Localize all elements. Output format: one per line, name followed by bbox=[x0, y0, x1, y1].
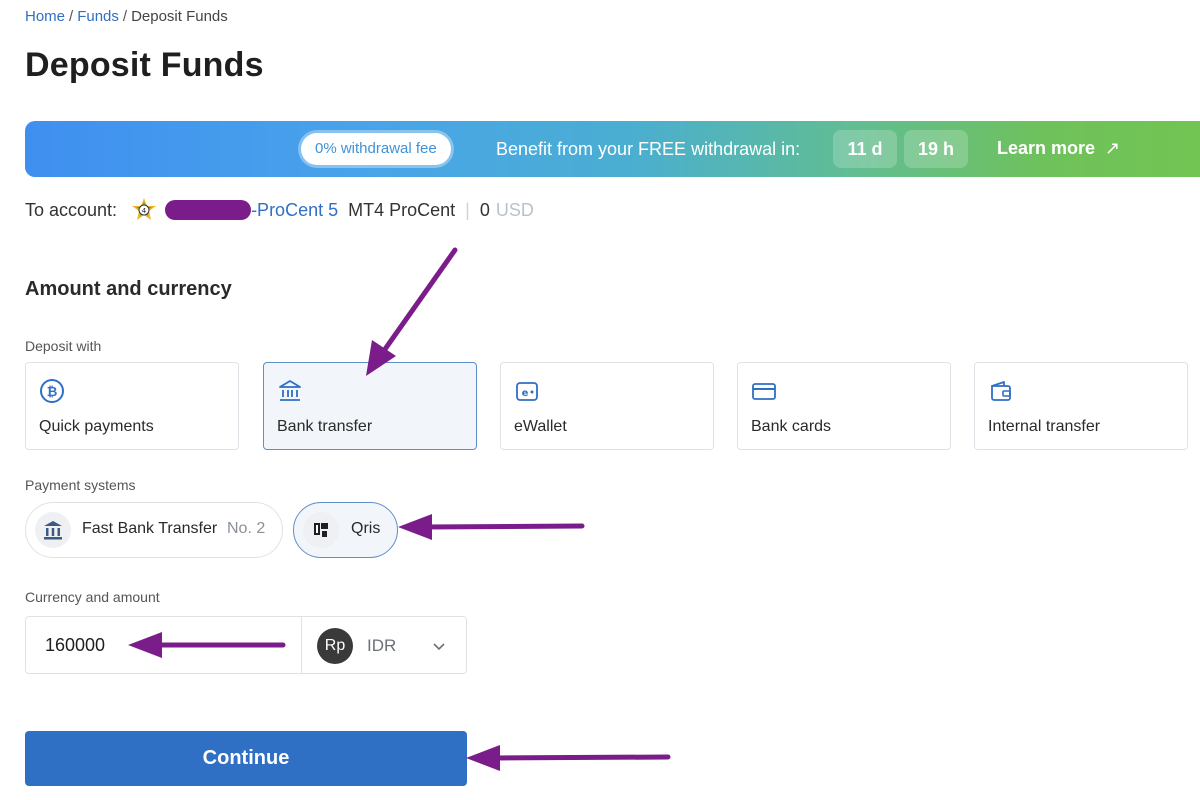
countdown-hours: 19 h bbox=[904, 130, 968, 168]
ewallet-icon: e bbox=[516, 382, 538, 401]
redacted-account-id bbox=[165, 200, 252, 220]
method-label: Quick payments bbox=[39, 418, 154, 435]
currency-select-value[interactable]: IDR bbox=[367, 636, 396, 656]
method-bank-cards[interactable]: Bank cards bbox=[737, 362, 951, 450]
currency-amount-label: Currency and amount bbox=[25, 589, 160, 605]
payment-system-qris[interactable]: Qris bbox=[293, 502, 398, 558]
svg-text:4: 4 bbox=[142, 207, 147, 215]
payment-system-fast-bank-transfer[interactable]: Fast Bank Transfer No. 2 bbox=[25, 502, 283, 558]
chevron-down-icon[interactable] bbox=[432, 639, 446, 653]
amount-currency-field: 160000 Rp IDR bbox=[25, 616, 467, 674]
account-balance: 0 bbox=[479, 199, 490, 220]
qris-icon bbox=[314, 523, 328, 537]
payment-system-name: Fast Bank Transfer bbox=[82, 520, 218, 537]
mt4-icon: 4 bbox=[132, 198, 157, 220]
payment-system-name: Qris bbox=[351, 520, 381, 537]
breadcrumb-funds-link[interactable]: Funds bbox=[77, 8, 119, 25]
method-label: Bank cards bbox=[751, 418, 832, 435]
method-ewallet[interactable]: e eWallet bbox=[500, 362, 714, 450]
svg-text:e: e bbox=[522, 388, 529, 399]
currency-symbol-badge: Rp bbox=[317, 628, 353, 664]
amount-input[interactable]: 160000 bbox=[45, 635, 105, 656]
field-divider bbox=[301, 617, 302, 673]
annotation-arrow-qris bbox=[422, 523, 585, 530]
method-quick-payments[interactable]: ₿ Quick payments bbox=[25, 362, 239, 450]
card-icon bbox=[752, 383, 776, 400]
amount-section-title: Amount and currency bbox=[25, 278, 232, 300]
wallet-icon bbox=[991, 381, 1011, 401]
annotation-arrow-bank-transfer bbox=[380, 247, 458, 355]
annotation-arrow-continue bbox=[492, 754, 671, 761]
breadcrumb-separator: / bbox=[69, 8, 74, 25]
breadcrumb: Home / Funds / Deposit Funds bbox=[25, 8, 228, 25]
bank-icon-wrap bbox=[35, 512, 71, 548]
qris-icon-wrap bbox=[303, 512, 339, 548]
breadcrumb-home-link[interactable]: Home bbox=[25, 8, 65, 25]
page-title: Deposit Funds bbox=[25, 46, 264, 84]
method-label: Bank transfer bbox=[277, 418, 373, 435]
deposit-with-label: Deposit with bbox=[25, 338, 102, 354]
method-label: Internal transfer bbox=[988, 418, 1101, 435]
continue-button[interactable]: Continue bbox=[25, 731, 467, 786]
to-account-label: To account: bbox=[25, 199, 118, 220]
breadcrumb-separator: / bbox=[122, 8, 128, 25]
learn-more-link[interactable]: Learn more ↗ bbox=[997, 138, 1120, 159]
bitcoin-icon: ₿ bbox=[40, 379, 64, 403]
account-currency: USD bbox=[495, 199, 534, 220]
benefit-text: Benefit from your FREE withdrawal in: bbox=[496, 139, 801, 159]
bank-icon bbox=[279, 380, 301, 401]
to-account-row: To account: 4 -ProCent 5 MT4 ProCent | 0… bbox=[25, 198, 534, 222]
payment-systems-label: Payment systems bbox=[25, 477, 136, 493]
payment-system-badge: No. 2 bbox=[227, 520, 266, 537]
withdrawal-fee-pill: 0% withdrawal fee bbox=[301, 133, 451, 165]
method-internal-transfer[interactable]: Internal transfer bbox=[974, 362, 1188, 450]
divider: | bbox=[465, 199, 470, 220]
breadcrumb-current: Deposit Funds bbox=[131, 8, 228, 25]
annotation-arrowhead bbox=[466, 745, 500, 771]
annotation-arrowhead bbox=[398, 514, 432, 540]
promo-banner: 0% withdrawal fee Benefit from your FREE… bbox=[25, 121, 1200, 177]
account-name[interactable]: -ProCent 5 bbox=[251, 200, 338, 221]
account-type: MT4 ProCent bbox=[348, 199, 456, 220]
countdown-days: 11 d bbox=[833, 130, 897, 168]
bank-icon bbox=[44, 521, 62, 540]
svg-text:₿: ₿ bbox=[47, 385, 58, 400]
learn-more-label: Learn more bbox=[997, 138, 1096, 158]
arrow-up-right-icon: ↗ bbox=[1105, 138, 1121, 158]
method-bank-transfer[interactable]: Bank transfer bbox=[263, 362, 477, 450]
method-label: eWallet bbox=[514, 418, 567, 435]
